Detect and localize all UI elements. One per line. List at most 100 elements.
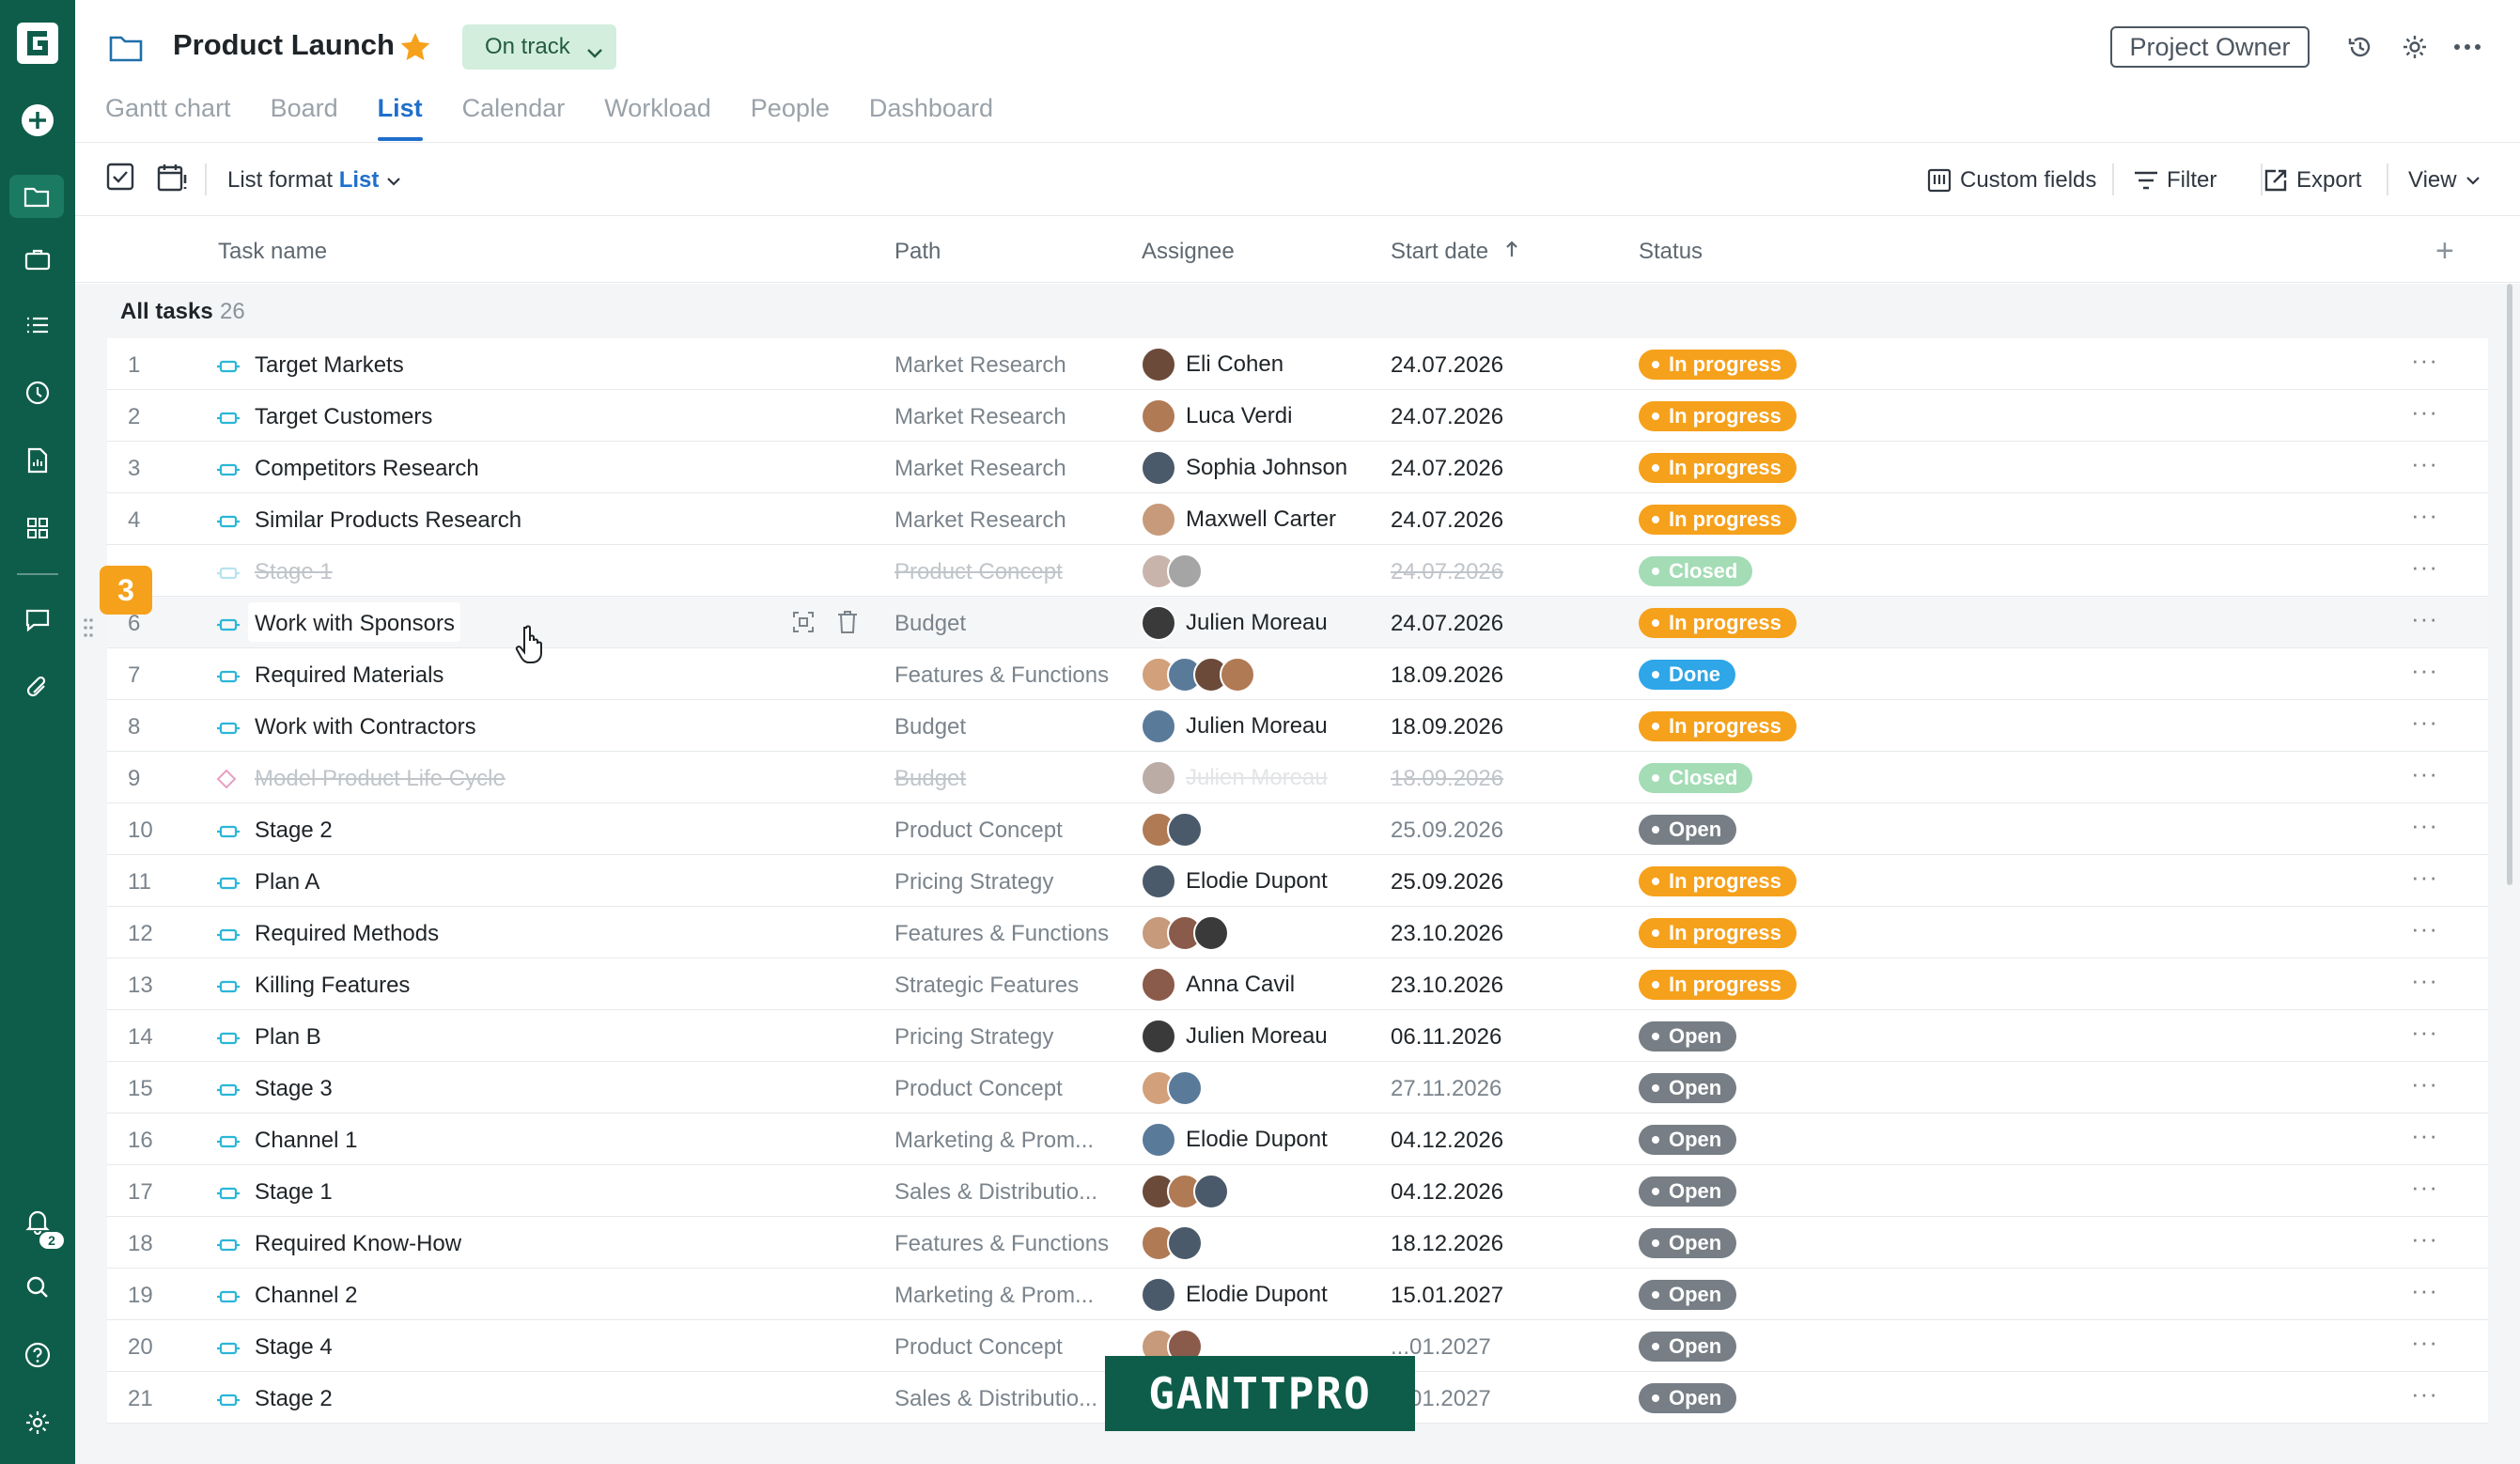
favorite-star-icon[interactable] [398, 30, 432, 69]
assignee-cell[interactable] [1141, 553, 1203, 589]
task-name[interactable]: Channel 1 [255, 1128, 357, 1154]
start-date[interactable]: 23.10.2026 [1391, 973, 1503, 999]
assignee-cell[interactable]: Elodie Dupont [1141, 1277, 1328, 1313]
status-badge[interactable]: In progress [1639, 711, 1797, 741]
add-column-plus-icon[interactable]: + [2435, 233, 2454, 270]
history-icon[interactable] [2345, 32, 2375, 62]
status-badge[interactable]: Open [1639, 815, 1737, 845]
task-name[interactable]: Stage 3 [255, 1076, 333, 1102]
task-name[interactable]: Work with Contractors [255, 714, 476, 740]
row-more-options-icon[interactable]: ··· [2411, 1121, 2438, 1150]
assignee-cell[interactable]: Eli Cohen [1141, 347, 1283, 382]
task-name[interactable]: Stage 4 [255, 1334, 333, 1361]
status-badge[interactable]: In progress [1639, 401, 1797, 431]
tab-workload[interactable]: Workload [604, 94, 711, 141]
table-row[interactable]: 11 Plan A Pricing Strategy Elodie Dupont 25.… [107, 855, 2488, 907]
assignee-cell[interactable] [1141, 657, 1255, 693]
ganttpro-logo-icon[interactable] [15, 21, 60, 66]
status-badge[interactable]: Closed [1639, 556, 1753, 586]
task-path[interactable]: Marketing & Prom... [894, 1128, 1094, 1154]
task-path[interactable]: Marketing & Prom... [894, 1283, 1094, 1309]
column-header-status[interactable]: Status [1639, 239, 1703, 265]
assignee-cell[interactable]: Elodie Dupont [1141, 864, 1328, 899]
reports-icon[interactable] [19, 442, 56, 479]
table-row[interactable]: 8 Work with Contractors Budget Julien Morea… [107, 700, 2488, 752]
status-badge[interactable]: Open [1639, 1125, 1737, 1155]
tab-calendar[interactable]: Calendar [462, 94, 566, 141]
table-row[interactable]: Stage 1 Product Concept 24.07.2026 Closed ··… [107, 545, 2488, 597]
delete-trash-icon[interactable] [836, 610, 859, 641]
start-date[interactable]: 24.07.2026 [1391, 611, 1503, 637]
table-row[interactable]: 19 Channel 2 Marketing & Prom... Elodie Dup… [107, 1269, 2488, 1320]
status-badge[interactable]: Open [1639, 1332, 1737, 1362]
row-more-options-icon[interactable]: ··· [2411, 1018, 2438, 1047]
table-row[interactable]: 10 Stage 2 Product Concept 25.09.2026 Open ··… [107, 803, 2488, 855]
task-path[interactable]: Sales & Distributio... [894, 1179, 1097, 1206]
start-date[interactable]: 24.07.2026 [1391, 507, 1503, 534]
row-more-options-icon[interactable]: ··· [2411, 1379, 2438, 1409]
task-path[interactable]: Pricing Strategy [894, 869, 1053, 896]
task-name[interactable]: Plan B [255, 1024, 321, 1051]
task-path[interactable]: Market Research [894, 404, 1066, 430]
task-name[interactable]: Plan A [255, 869, 319, 896]
task-name[interactable]: Stage 1 [255, 559, 333, 585]
status-badge[interactable]: Closed [1639, 763, 1753, 793]
column-header-task-name[interactable]: Task name [218, 239, 327, 265]
start-date[interactable]: 24.07.2026 [1391, 456, 1503, 482]
assignee-cell[interactable] [1141, 1225, 1203, 1261]
table-row[interactable]: 3 Competitors Research Market Research Soph… [107, 442, 2488, 493]
task-name[interactable]: Required Know-How [255, 1231, 461, 1257]
task-name[interactable]: Required Methods [255, 921, 439, 947]
table-row[interactable]: 7 Required Materials Features & Functions 1… [107, 648, 2488, 700]
task-path[interactable]: Strategic Features [894, 973, 1079, 999]
list-format-dropdown[interactable]: List format List [227, 167, 402, 194]
status-badge[interactable]: In progress [1639, 505, 1797, 535]
comments-icon[interactable] [19, 601, 56, 639]
status-badge[interactable]: Done [1639, 660, 1735, 690]
task-name[interactable]: Channel 2 [255, 1283, 357, 1309]
assignee-cell[interactable] [1141, 1070, 1203, 1106]
task-name[interactable]: Required Materials [255, 662, 443, 689]
task-name[interactable]: Competitors Research [255, 456, 479, 482]
table-row[interactable]: 13 Killing Features Strategic Features Anna… [107, 958, 2488, 1010]
task-path[interactable]: Features & Functions [894, 662, 1109, 689]
table-row[interactable]: 18 Required Know-How Features & Functions 1… [107, 1217, 2488, 1269]
task-path[interactable]: Pricing Strategy [894, 1024, 1053, 1051]
row-more-options-icon[interactable]: ··· [2411, 397, 2438, 427]
column-header-start-date[interactable]: Start date [1391, 239, 1519, 265]
projects-folder-icon[interactable] [9, 175, 64, 218]
task-name[interactable]: Stage 2 [255, 1386, 333, 1412]
row-more-options-icon[interactable]: ··· [2411, 1276, 2438, 1305]
assignee-cell[interactable]: Julien Moreau [1141, 709, 1328, 744]
task-name[interactable]: Target Markets [255, 352, 404, 379]
status-badge[interactable]: Open [1639, 1280, 1737, 1310]
time-log-clock-icon[interactable] [19, 374, 56, 412]
tab-people[interactable]: People [751, 94, 830, 141]
task-path[interactable]: Product Concept [894, 559, 1063, 585]
row-more-options-icon[interactable]: ··· [2411, 708, 2438, 737]
row-more-options-icon[interactable]: ··· [2411, 346, 2438, 375]
project-title[interactable]: Product Launch [173, 28, 395, 62]
task-path[interactable]: Product Concept [894, 1334, 1063, 1361]
start-date[interactable]: 24.07.2026 [1391, 352, 1503, 379]
row-more-options-icon[interactable]: ··· [2411, 759, 2438, 788]
status-badge[interactable]: In progress [1639, 608, 1797, 638]
assignee-cell[interactable]: Julien Moreau [1141, 1019, 1328, 1054]
task-path[interactable]: Budget [894, 766, 966, 792]
start-date[interactable]: 04.12.2026 [1391, 1128, 1503, 1154]
open-task-icon[interactable] [791, 610, 816, 641]
task-name[interactable]: Killing Features [255, 973, 410, 999]
start-date[interactable]: 25.09.2026 [1391, 818, 1503, 844]
row-more-options-icon[interactable]: ··· [2411, 656, 2438, 685]
task-path[interactable]: Budget [894, 714, 966, 740]
table-row[interactable]: 9 Model Product Life Cycle Budget Julien Mo… [107, 752, 2488, 803]
project-status-dropdown[interactable]: On track [462, 24, 616, 70]
more-options-icon[interactable] [2452, 32, 2482, 62]
row-more-options-icon[interactable]: ··· [2411, 1328, 2438, 1357]
table-row[interactable]: 12 Required Methods Features & Functions 23… [107, 907, 2488, 958]
status-badge[interactable]: In progress [1639, 453, 1797, 483]
export-button[interactable]: Export [2263, 167, 2361, 194]
search-icon[interactable] [19, 1269, 56, 1306]
tab-board[interactable]: Board [271, 94, 338, 141]
start-date[interactable]: 06.11.2026 [1391, 1024, 1501, 1051]
